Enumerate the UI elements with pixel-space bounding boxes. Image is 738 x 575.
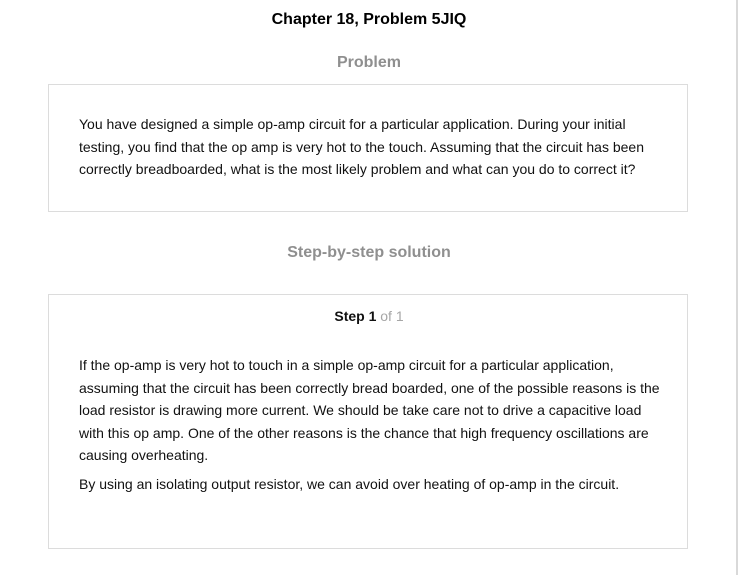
problem-text: You have designed a simple op-amp circui… — [79, 116, 644, 177]
step-indicator: Step 1 of 1 — [49, 308, 689, 324]
page-title: Chapter 18, Problem 5JIQ — [271, 11, 467, 28]
step-total: of 1 — [380, 308, 404, 324]
step-label: Step 1 — [334, 308, 377, 324]
problem-card: You have designed a simple op-amp circui… — [48, 84, 688, 212]
solution-card: Step 1 of 1 If the op-amp is very hot to… — [48, 294, 688, 549]
problem-heading: Problem — [336, 54, 401, 71]
solution-heading: Step-by-step solution — [287, 244, 451, 261]
solution-paragraph: If the op-amp is very hot to touch in a … — [79, 357, 660, 463]
solution-paragraph: By using an isolating output resistor, w… — [79, 476, 620, 492]
